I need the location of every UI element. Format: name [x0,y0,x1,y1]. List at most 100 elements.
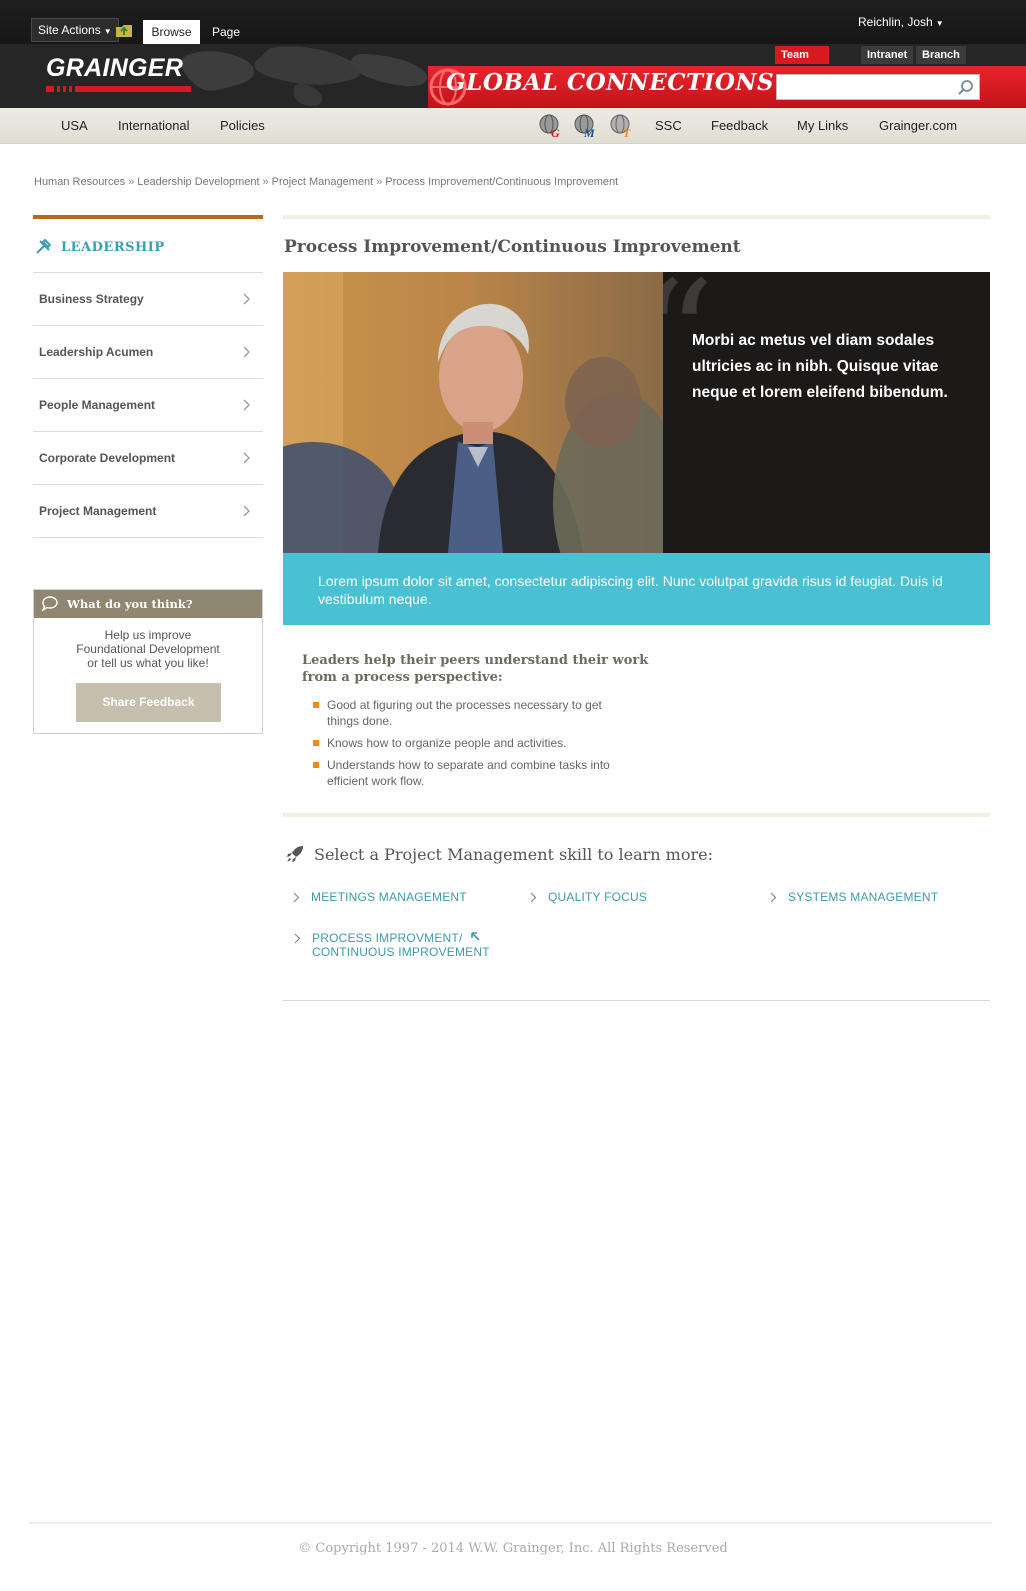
chevron-right-icon [243,399,250,411]
skill-label: SYSTEMS MANAGEMENT [788,890,939,904]
rocket-icon [287,846,303,862]
feedback-text: Help us improve Foundational Development… [34,618,262,670]
skill-label: QUALITY FOCUS [548,890,648,904]
intro-text: Lorem ipsum dolor sit amet, consectetur … [318,573,943,607]
nav-grainger-com[interactable]: Grainger.com [879,108,957,144]
globe-g-icon[interactable]: G [538,113,564,139]
skill-label: CONTINUOUS IMPROVEMENT [312,945,490,959]
left-nav-header: LEADERSHIP [33,219,263,273]
content-top-rule [283,215,990,219]
breadcrumb-item[interactable]: Leadership Development [137,176,259,188]
grainger-logo[interactable]: GRAINGER [46,54,196,94]
hero-quote-text: Morbi ac metus vel diam sodales ultricie… [692,332,948,401]
sidebar-item-label: People Management [39,398,156,412]
chevron-right-icon [243,346,250,358]
world-map-graphic [181,46,428,106]
hero-photo [283,272,663,553]
nav-usa[interactable]: USA [61,108,88,144]
section-rule [283,1000,990,1001]
nav-my-links[interactable]: My Links [797,108,848,144]
nav-feedback[interactable]: Feedback [711,108,768,144]
sidebar-item-project-management[interactable]: Project Management [33,485,263,538]
sidebar-item-label: Corporate Development [39,451,176,465]
breadcrumb: Human Resources» Leadership Development» P… [34,176,618,188]
sidebar-item-label: Project Management [39,504,157,518]
feedback-title: What do you think? [67,597,193,611]
svg-text:T: T [623,126,631,139]
nav-international[interactable]: International [118,108,190,144]
site-actions-label: Site Actions [38,23,101,37]
share-feedback-button[interactable]: Share Feedback [76,683,221,722]
svg-text:G: G [551,126,560,139]
sidebar-item-leadership-acumen[interactable]: Leadership Acumen [33,326,263,379]
page-title: Process Improvement/Continuous Improveme… [284,237,741,257]
sidebar-item-people-management[interactable]: People Management [33,379,263,432]
search-icon[interactable] [957,78,975,96]
nav-ssc[interactable]: SSC [655,108,682,144]
tab-branch[interactable]: Branch [916,46,966,64]
chevron-right-icon [243,505,250,517]
bullet-list: Good at figuring out the processes neces… [313,697,633,795]
sidebar-item-corporate-development[interactable]: Corporate Development [33,432,263,485]
skill-link-systems-management[interactable]: SYSTEMS MANAGEMENT [770,890,939,904]
logo-text: GRAINGER [46,54,184,82]
skills-heading: Select a Project Management skill to lea… [314,845,713,864]
section-rule [283,813,990,817]
tab-team-member[interactable]: Team Member [775,46,830,79]
tab-page[interactable]: Page [212,20,240,44]
skill-label: PROCESS IMPROVMENT/ [312,931,463,945]
feedback-widget: What do you think? Help us improve Found… [33,589,263,734]
logo-stripe [46,86,191,92]
speech-bubble-icon [42,596,58,611]
globe-m-icon[interactable]: M [573,113,599,139]
lead-statement: Leaders help their peers understand thei… [302,653,649,685]
tab-browse[interactable]: Browse [143,20,200,44]
hero-quote-panel: “ Morbi ac metus vel diam sodales ultric… [663,272,990,553]
user-menu[interactable]: Reichlin, Josh ▼ [858,12,944,34]
left-nav-title: LEADERSHIP [61,240,165,255]
feedback-header: What do you think? [34,590,262,618]
feedback-line: or tell us what you like! [87,656,209,670]
sharepoint-ribbon: Site Actions ▼ Browse Page Reichlin, Josh… [0,0,1026,44]
chevron-right-icon [243,452,250,464]
chevron-down-icon: ▼ [935,19,944,28]
skill-link-process-improvement[interactable]: PROCESS IMPROVMENT/ CONTINUOUS IMPROVEME… [294,931,490,959]
globe-t-icon[interactable]: T [609,113,635,139]
skill-link-meetings-management[interactable]: MEETINGS MANAGEMENT [293,890,467,904]
banner-title: GLOBAL CONNECTIONS [446,69,775,96]
chevron-right-icon [294,933,301,944]
list-item: Knows how to organize people and activit… [313,735,633,751]
nav-policies[interactable]: Policies [220,108,265,144]
breadcrumb-separator: » [376,176,383,188]
skill-label: MEETINGS MANAGEMENT [311,890,467,904]
breadcrumb-item[interactable]: Project Management [272,176,374,188]
skill-link-quality-focus[interactable]: QUALITY FOCUS [530,890,648,904]
intro-callout: Lorem ipsum dolor sit amet, consectetur … [283,553,990,625]
breadcrumb-current: Process Improvement/Continuous Improveme… [385,176,619,188]
chevron-right-icon [293,892,300,903]
chevron-right-icon [770,892,777,903]
svg-text:M: M [583,126,595,139]
chevron-right-icon [530,892,537,903]
tools-icon [36,239,51,254]
feedback-line: Foundational Development [76,642,220,656]
site-actions-menu[interactable]: Site Actions ▼ [31,18,119,42]
global-nav: USA International Policies G M T SSC Fee… [0,108,1026,144]
copyright: © Copyright 1997 - 2014 W.W. Grainger, I… [298,1541,728,1556]
footer-rule [29,1522,992,1524]
hero-banner: “ Morbi ac metus vel diam sodales ultric… [283,272,990,553]
tab-intranet[interactable]: Intranet [861,46,914,64]
sidebar-item-label: Leadership Acumen [39,345,154,359]
breadcrumb-separator: » [262,176,269,188]
breadcrumb-separator: » [128,176,135,188]
breadcrumb-item[interactable]: Human Resources [34,176,125,188]
sidebar-item-business-strategy[interactable]: Business Strategy [33,273,263,326]
chevron-down-icon: ▼ [103,27,112,36]
search-box [776,74,980,100]
list-item: Understands how to separate and combine … [313,757,633,789]
arrow-up-left-icon [471,932,481,941]
chevron-right-icon [243,293,250,305]
folder-up-icon[interactable] [116,24,132,37]
list-item: Good at figuring out the processes neces… [313,697,633,729]
search-input[interactable] [777,75,947,99]
